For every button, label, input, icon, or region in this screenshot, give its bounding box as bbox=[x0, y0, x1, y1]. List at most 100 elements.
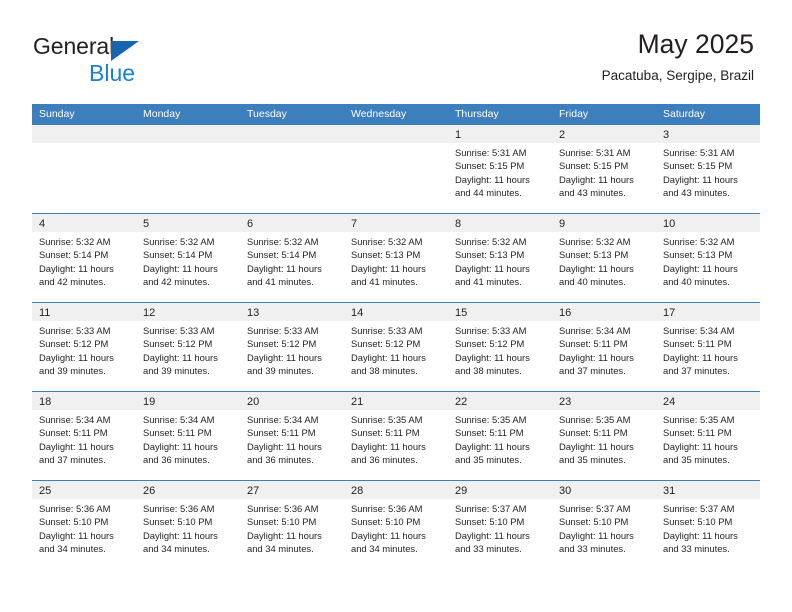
sunset-text: Sunset: 5:10 PM bbox=[455, 516, 525, 528]
day-details: Sunrise: 5:35 AM Sunset: 5:11 PM Dayligh… bbox=[344, 410, 448, 467]
daylight-text-line1: Daylight: 11 hours bbox=[39, 529, 114, 541]
day-cell bbox=[344, 125, 448, 213]
day-cell[interactable]: 8 Sunrise: 5:32 AM Sunset: 5:13 PM Dayli… bbox=[448, 214, 552, 302]
sunset-text: Sunset: 5:11 PM bbox=[39, 427, 108, 439]
sunrise-text: Sunrise: 5:32 AM bbox=[39, 236, 111, 247]
logo-triangle-icon bbox=[111, 41, 139, 61]
daylight-text-line1: Daylight: 11 hours bbox=[351, 351, 426, 363]
daylight-text-line1: Daylight: 11 hours bbox=[247, 529, 322, 541]
sunset-text: Sunset: 5:13 PM bbox=[455, 249, 525, 261]
day-number-band: 20 bbox=[240, 392, 344, 410]
weekday-thursday: Thursday bbox=[455, 108, 499, 120]
sunrise-text: Sunrise: 5:33 AM bbox=[247, 325, 319, 336]
daylight-text-line2: and 33 minutes. bbox=[559, 543, 626, 555]
daylight-text-line1: Daylight: 11 hours bbox=[663, 262, 738, 274]
day-number-band bbox=[240, 125, 344, 143]
day-cell[interactable]: 25 Sunrise: 5:36 AM Sunset: 5:10 PM Dayl… bbox=[32, 481, 136, 569]
day-number-band: 21 bbox=[344, 392, 448, 410]
daylight-text-line1: Daylight: 11 hours bbox=[455, 529, 530, 541]
day-details: Sunrise: 5:32 AM Sunset: 5:14 PM Dayligh… bbox=[136, 232, 240, 289]
daylight-text-line2: and 41 minutes. bbox=[455, 276, 522, 288]
day-details: Sunrise: 5:35 AM Sunset: 5:11 PM Dayligh… bbox=[552, 410, 656, 467]
day-cell[interactable]: 21 Sunrise: 5:35 AM Sunset: 5:11 PM Dayl… bbox=[344, 392, 448, 480]
day-cell[interactable]: 10 Sunrise: 5:32 AM Sunset: 5:13 PM Dayl… bbox=[656, 214, 760, 302]
day-details: Sunrise: 5:36 AM Sunset: 5:10 PM Dayligh… bbox=[136, 499, 240, 556]
day-cell[interactable]: 22 Sunrise: 5:35 AM Sunset: 5:11 PM Dayl… bbox=[448, 392, 552, 480]
daylight-text-line2: and 44 minutes. bbox=[455, 187, 522, 199]
day-cell[interactable]: 3 Sunrise: 5:31 AM Sunset: 5:15 PM Dayli… bbox=[656, 125, 760, 213]
day-cell[interactable]: 1 Sunrise: 5:31 AM Sunset: 5:15 PM Dayli… bbox=[448, 125, 552, 213]
daylight-text-line1: Daylight: 11 hours bbox=[455, 173, 530, 185]
daylight-text-line1: Daylight: 11 hours bbox=[663, 351, 738, 363]
sunset-text: Sunset: 5:14 PM bbox=[143, 249, 213, 261]
day-cell[interactable]: 20 Sunrise: 5:34 AM Sunset: 5:11 PM Dayl… bbox=[240, 392, 344, 480]
day-number: 20 bbox=[247, 396, 260, 408]
day-number-band bbox=[32, 125, 136, 143]
day-cell[interactable]: 18 Sunrise: 5:34 AM Sunset: 5:11 PM Dayl… bbox=[32, 392, 136, 480]
sunrise-text: Sunrise: 5:35 AM bbox=[663, 414, 735, 425]
day-cell[interactable]: 30 Sunrise: 5:37 AM Sunset: 5:10 PM Dayl… bbox=[552, 481, 656, 569]
daylight-text-line2: and 38 minutes. bbox=[455, 365, 522, 377]
sunset-text: Sunset: 5:10 PM bbox=[247, 516, 317, 528]
day-number-band: 24 bbox=[656, 392, 760, 410]
daylight-text-line2: and 37 minutes. bbox=[39, 454, 106, 466]
day-number: 4 bbox=[39, 218, 46, 230]
daylight-text-line1: Daylight: 11 hours bbox=[143, 262, 218, 274]
day-cell[interactable]: 26 Sunrise: 5:36 AM Sunset: 5:10 PM Dayl… bbox=[136, 481, 240, 569]
day-cell[interactable]: 2 Sunrise: 5:31 AM Sunset: 5:15 PM Dayli… bbox=[552, 125, 656, 213]
day-number-band bbox=[136, 125, 240, 143]
day-cell[interactable]: 12 Sunrise: 5:33 AM Sunset: 5:12 PM Dayl… bbox=[136, 303, 240, 391]
day-number-band: 15 bbox=[448, 303, 552, 321]
sunset-text: Sunset: 5:10 PM bbox=[663, 516, 733, 528]
daylight-text-line2: and 34 minutes. bbox=[143, 543, 210, 555]
day-number-band: 30 bbox=[552, 481, 656, 499]
day-cell[interactable]: 28 Sunrise: 5:36 AM Sunset: 5:10 PM Dayl… bbox=[344, 481, 448, 569]
general-blue-logo[interactable]: General Blue bbox=[33, 33, 233, 88]
day-details: Sunrise: 5:34 AM Sunset: 5:11 PM Dayligh… bbox=[136, 410, 240, 467]
calendar-page: General Blue May 2025 Pacatuba, Sergipe,… bbox=[0, 0, 792, 612]
day-cell[interactable]: 6 Sunrise: 5:32 AM Sunset: 5:14 PM Dayli… bbox=[240, 214, 344, 302]
day-cell[interactable]: 4 Sunrise: 5:32 AM Sunset: 5:14 PM Dayli… bbox=[32, 214, 136, 302]
day-cell[interactable]: 14 Sunrise: 5:33 AM Sunset: 5:12 PM Dayl… bbox=[344, 303, 448, 391]
daylight-text-line1: Daylight: 11 hours bbox=[143, 529, 218, 541]
day-cell[interactable]: 5 Sunrise: 5:32 AM Sunset: 5:14 PM Dayli… bbox=[136, 214, 240, 302]
day-details: Sunrise: 5:35 AM Sunset: 5:11 PM Dayligh… bbox=[448, 410, 552, 467]
day-cell[interactable]: 16 Sunrise: 5:34 AM Sunset: 5:11 PM Dayl… bbox=[552, 303, 656, 391]
sunset-text: Sunset: 5:11 PM bbox=[663, 427, 732, 439]
sunrise-text: Sunrise: 5:31 AM bbox=[663, 147, 735, 158]
weekday-monday: Monday bbox=[143, 108, 181, 120]
sunset-text: Sunset: 5:15 PM bbox=[663, 160, 733, 172]
day-number-band: 6 bbox=[240, 214, 344, 232]
day-details: Sunrise: 5:32 AM Sunset: 5:13 PM Dayligh… bbox=[656, 232, 760, 289]
day-details: Sunrise: 5:36 AM Sunset: 5:10 PM Dayligh… bbox=[32, 499, 136, 556]
day-cell bbox=[136, 125, 240, 213]
weekday-header-row: Sunday Monday Tuesday Wednesday Thursday… bbox=[32, 104, 760, 124]
sunset-text: Sunset: 5:11 PM bbox=[455, 427, 524, 439]
day-cell[interactable]: 7 Sunrise: 5:32 AM Sunset: 5:13 PM Dayli… bbox=[344, 214, 448, 302]
daylight-text-line1: Daylight: 11 hours bbox=[247, 440, 322, 452]
day-cell[interactable]: 19 Sunrise: 5:34 AM Sunset: 5:11 PM Dayl… bbox=[136, 392, 240, 480]
sunset-text: Sunset: 5:10 PM bbox=[143, 516, 213, 528]
daylight-text-line2: and 37 minutes. bbox=[559, 365, 626, 377]
daylight-text-line1: Daylight: 11 hours bbox=[559, 262, 634, 274]
day-cell[interactable]: 13 Sunrise: 5:33 AM Sunset: 5:12 PM Dayl… bbox=[240, 303, 344, 391]
day-cell[interactable]: 31 Sunrise: 5:37 AM Sunset: 5:10 PM Dayl… bbox=[656, 481, 760, 569]
daylight-text-line1: Daylight: 11 hours bbox=[247, 351, 322, 363]
day-cell[interactable]: 11 Sunrise: 5:33 AM Sunset: 5:12 PM Dayl… bbox=[32, 303, 136, 391]
sunrise-text: Sunrise: 5:33 AM bbox=[455, 325, 527, 336]
day-details: Sunrise: 5:32 AM Sunset: 5:13 PM Dayligh… bbox=[448, 232, 552, 289]
day-number-band: 12 bbox=[136, 303, 240, 321]
sunset-text: Sunset: 5:15 PM bbox=[559, 160, 629, 172]
day-number-band: 2 bbox=[552, 125, 656, 143]
day-cell[interactable]: 9 Sunrise: 5:32 AM Sunset: 5:13 PM Dayli… bbox=[552, 214, 656, 302]
day-number-band: 3 bbox=[656, 125, 760, 143]
sunrise-text: Sunrise: 5:32 AM bbox=[663, 236, 735, 247]
day-cell[interactable]: 29 Sunrise: 5:37 AM Sunset: 5:10 PM Dayl… bbox=[448, 481, 552, 569]
sunrise-text: Sunrise: 5:34 AM bbox=[663, 325, 735, 336]
daylight-text-line2: and 39 minutes. bbox=[143, 365, 210, 377]
day-cell[interactable]: 17 Sunrise: 5:34 AM Sunset: 5:11 PM Dayl… bbox=[656, 303, 760, 391]
day-cell[interactable]: 15 Sunrise: 5:33 AM Sunset: 5:12 PM Dayl… bbox=[448, 303, 552, 391]
day-cell[interactable]: 24 Sunrise: 5:35 AM Sunset: 5:11 PM Dayl… bbox=[656, 392, 760, 480]
day-cell[interactable]: 27 Sunrise: 5:36 AM Sunset: 5:10 PM Dayl… bbox=[240, 481, 344, 569]
day-cell[interactable]: 23 Sunrise: 5:35 AM Sunset: 5:11 PM Dayl… bbox=[552, 392, 656, 480]
